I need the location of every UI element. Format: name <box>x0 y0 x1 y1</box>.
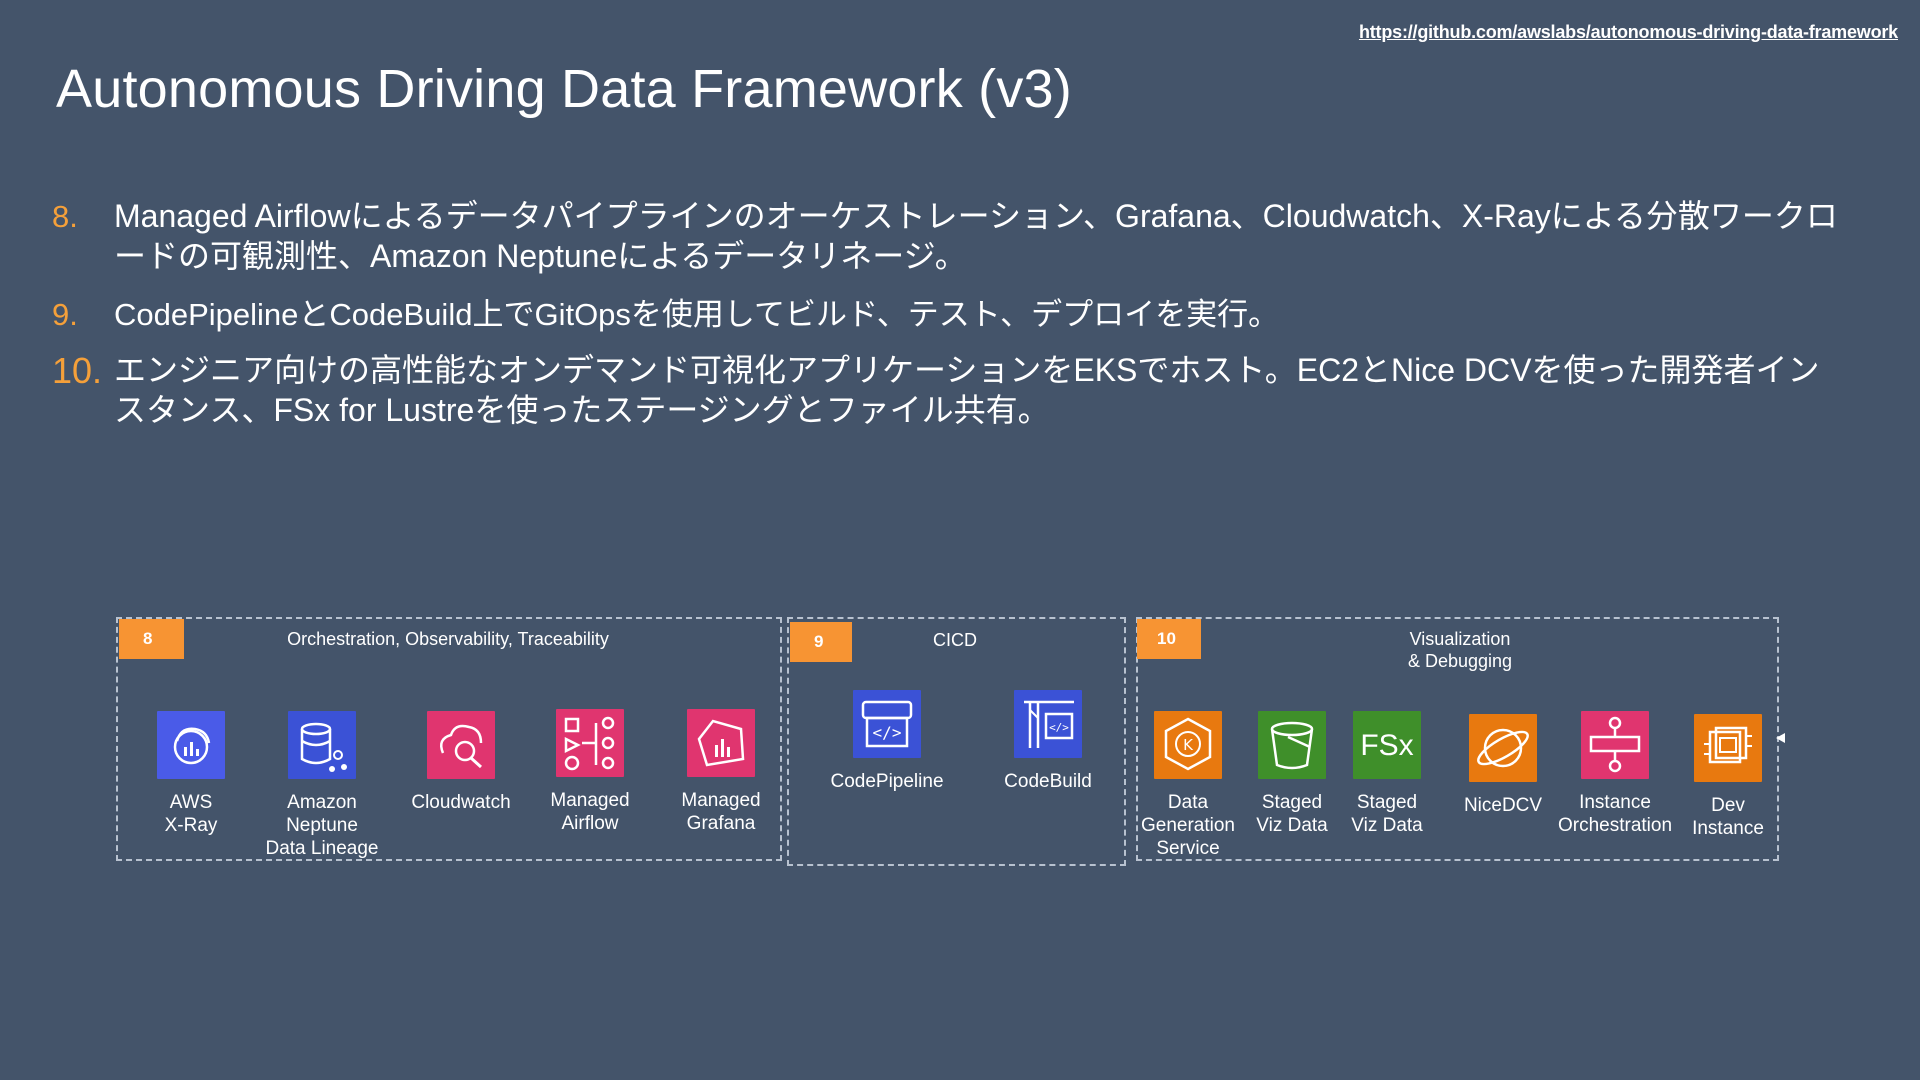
item-number: 9. <box>52 297 78 332</box>
group-title: CICD <box>933 630 977 650</box>
service-airflow: Managed Airflow <box>520 709 660 835</box>
service-label: CodeBuild <box>1004 771 1092 792</box>
service-label: Cloudwatch <box>411 792 511 813</box>
airflow-icon <box>556 709 624 777</box>
service-neptune: Amazon Neptune Data Lineage <box>252 711 392 860</box>
item-number: 8. <box>52 199 78 234</box>
group-badge: 8 <box>119 619 184 659</box>
group-title: Orchestration, Observability, Traceabili… <box>287 629 609 649</box>
s3-icon <box>1258 711 1326 779</box>
group-title: Visualization & Debugging <box>1407 629 1513 671</box>
item-text: Managed Airflowによるデータパイプラインのオーケストレーション、G… <box>114 198 1838 274</box>
codebuild-icon: </> <box>1014 690 1082 758</box>
neptune-icon <box>288 711 356 779</box>
service-grafana: Managed Grafana <box>651 709 791 835</box>
fsx-icon: FSx <box>1353 711 1421 779</box>
item-number: 10. <box>52 350 103 391</box>
service-label: CodePipeline <box>830 771 944 792</box>
svg-text:</>: </> <box>873 723 902 742</box>
service-label: Amazon Neptune Data Lineage <box>265 792 379 859</box>
service-label: Dev Instance <box>1692 795 1764 839</box>
service-xray: AWS X-Ray <box>121 711 261 837</box>
service-label: Managed Grafana <box>681 790 761 834</box>
item-list: 8. Managed Airflowによるデータパイプラインのオーケストレーショ… <box>52 196 1842 444</box>
group-badge: 9 <box>790 622 852 662</box>
eks-icon: K <box>1154 711 1222 779</box>
service-label: AWS X-Ray <box>164 792 218 836</box>
slide-title: Autonomous Driving Data Framework (v3) <box>56 59 1072 119</box>
item-text: エンジニア向けの高性能なオンデマンド可視化アプリケーションをEKSでホスト。EC… <box>114 352 1820 428</box>
github-link[interactable]: https://github.com/awslabs/autonomous-dr… <box>1359 22 1898 43</box>
xray-icon <box>157 711 225 779</box>
service-ec2: Dev Instance <box>1658 714 1798 840</box>
cloudwatch-icon <box>427 711 495 779</box>
item-text: CodePipelineとCodeBuild上でGitOpsを使用してビルド、テ… <box>114 297 1280 332</box>
service-codepipeline: </> CodePipeline <box>817 690 957 793</box>
svg-text:FSx: FSx <box>1360 729 1413 762</box>
group-badge: 10 <box>1137 619 1201 659</box>
svg-text:K: K <box>1183 736 1194 754</box>
list-item-9: 9. CodePipelineとCodeBuild上でGitOpsを使用してビル… <box>52 294 1842 336</box>
list-item-10: 10. エンジニア向けの高性能なオンデマンド可視化アプリケーションをEKSでホス… <box>52 350 1842 430</box>
nicedcv-icon <box>1469 714 1537 782</box>
codepipeline-icon: </> <box>853 690 921 758</box>
service-label: Managed Airflow <box>550 790 630 834</box>
service-codebuild: </> CodeBuild <box>978 690 1118 793</box>
stepfunctions-icon <box>1581 711 1649 779</box>
svg-text:</>: </> <box>1049 721 1069 734</box>
grafana-icon <box>687 709 755 777</box>
ec2-icon <box>1694 714 1762 782</box>
list-item-8: 8. Managed Airflowによるデータパイプラインのオーケストレーショ… <box>52 196 1842 276</box>
service-cloudwatch: Cloudwatch <box>391 711 531 814</box>
